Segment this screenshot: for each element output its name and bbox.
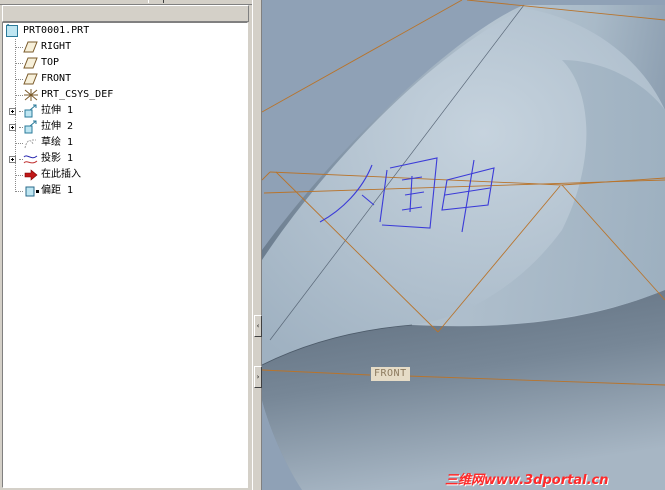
watermark: 三维网www.3dportal.cn (445, 473, 609, 488)
tree-item-label: 偏距 1 (41, 185, 74, 196)
coordinate-system-icon (24, 89, 38, 101)
model-tree: PRT0001.PRT RIGHT TOP FRONT PRT_CSYS_DEF… (2, 22, 248, 488)
expand-toggle-extrude-2[interactable] (9, 124, 16, 131)
tree-item-label: RIGHT (41, 41, 72, 52)
insert-here-arrow-icon (24, 169, 38, 181)
tree-item-label: 投影 1 (41, 153, 74, 164)
offset-feature-icon (25, 186, 39, 197)
tree-connector (15, 175, 23, 176)
tree-connector (15, 39, 16, 192)
tree-connector (15, 191, 23, 192)
model-tree-header (2, 5, 249, 22)
datum-plane-icon (23, 73, 38, 85)
tree-item-label: PRT_CSYS_DEF (41, 89, 114, 100)
tree-item-label: PRT0001.PRT (23, 25, 90, 36)
tree-connector (15, 47, 23, 48)
model-tree-pane: PRT0001.PRT RIGHT TOP FRONT PRT_CSYS_DEF… (0, 0, 252, 490)
graphics-viewport[interactable]: FRONT 三维网www.3dportal.cn (262, 0, 665, 490)
expand-right-arrow-icon[interactable]: › (254, 366, 262, 388)
sketch-icon (24, 139, 36, 149)
extrude-icon (24, 104, 37, 118)
tree-item-label: 拉伸 2 (41, 121, 74, 132)
tree-item-label: 拉伸 1 (41, 105, 74, 116)
part-icon (6, 24, 18, 37)
toolbar-button[interactable] (148, 0, 164, 3)
datum-label-front[interactable]: FRONT (371, 367, 410, 381)
projection-icon (23, 155, 38, 164)
tree-item-label: FRONT (41, 73, 72, 84)
expand-toggle-projection-1[interactable] (9, 156, 16, 163)
tree-item-label: 在此插入 (41, 169, 81, 180)
model-view (262, 0, 665, 490)
tree-item-label: TOP (41, 57, 60, 68)
tree-connector (15, 143, 23, 144)
tree-connector (15, 95, 23, 96)
collapse-left-arrow-icon[interactable]: ‹ (254, 315, 262, 337)
datum-plane-icon (23, 41, 38, 53)
pane-splitter[interactable]: ‹ › (252, 0, 262, 490)
datum-plane-icon (23, 57, 38, 69)
tree-connector (15, 79, 23, 80)
tree-item-label: 草绘 1 (41, 137, 74, 148)
expand-toggle-extrude-1[interactable] (9, 108, 16, 115)
extrude-icon (24, 120, 37, 134)
tree-connector (15, 63, 23, 64)
